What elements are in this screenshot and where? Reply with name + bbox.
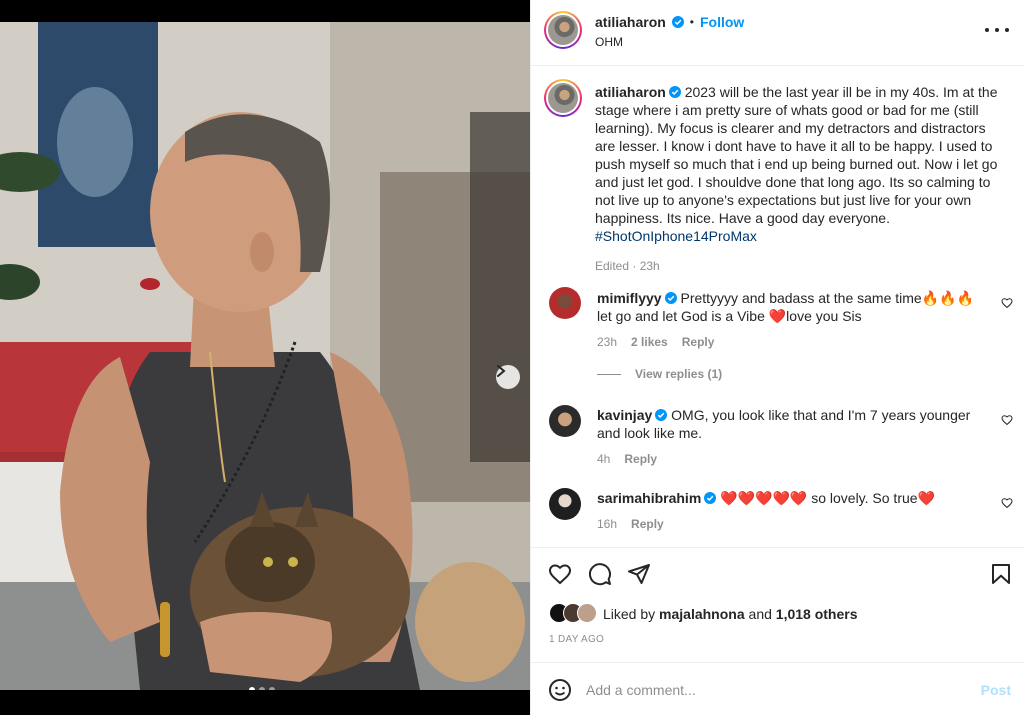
comment-item: mimiflyyy Prettyyyy and badass at the sa… [597, 289, 987, 381]
post-location[interactable]: OHM [595, 35, 623, 49]
verified-badge-icon [704, 492, 717, 504]
post-comment-button[interactable]: Post [981, 682, 1011, 698]
caption-meta: Edited · 23h [595, 259, 660, 273]
comments-section[interactable]: atiliaharon 2023 will be the last year i… [531, 67, 1024, 547]
likes-and: and [748, 606, 772, 622]
heart-icon[interactable] [548, 562, 572, 586]
caption-username[interactable]: atiliaharon [595, 84, 666, 100]
liked-by-avatars [549, 603, 599, 625]
likes-user[interactable]: majalahnona [659, 606, 745, 622]
more-icon-dot [995, 28, 999, 32]
carousel-next-button[interactable] [496, 365, 520, 389]
post-actions: Liked by majalahnona and 1,018 others 1 … [531, 547, 1024, 657]
author-username[interactable]: atiliaharon [595, 14, 666, 30]
comment-like-icon[interactable] [1001, 497, 1013, 509]
more-options-button[interactable] [985, 22, 1009, 38]
comment-reply-button[interactable]: Reply [682, 335, 715, 349]
carousel-dot [249, 687, 255, 690]
separator-dot: • [689, 15, 694, 29]
photo-illustration [0, 22, 530, 690]
comment-likes[interactable]: 2 likes [631, 335, 668, 349]
comment-time: 4h [597, 452, 611, 466]
more-icon-dot [1005, 28, 1009, 32]
author-avatar[interactable] [544, 11, 582, 49]
comment-input[interactable] [586, 680, 946, 700]
caption-avatar[interactable] [544, 79, 582, 117]
caption-text: 2023 will be the last year ill be in my … [595, 84, 998, 226]
comment-item: sarimahibrahim ❤️❤️❤️❤️❤️ so lovely. So … [597, 489, 987, 531]
comment-time: 16h [597, 517, 618, 531]
post-header: atiliaharon • Follow OHM [531, 0, 1024, 66]
comment-composer: Post [531, 662, 1024, 715]
comment-reply-button[interactable]: Reply [631, 517, 664, 531]
carousel-dot [269, 687, 275, 690]
emoji-icon[interactable] [548, 678, 572, 702]
comment-text: OMG, you look like that and I'm 7 years … [597, 407, 971, 441]
follow-button[interactable]: Follow [700, 14, 744, 30]
view-replies-button[interactable]: View replies (1) [635, 367, 722, 381]
post-date[interactable]: 1 DAY AGO [549, 634, 604, 645]
carousel-indicator [249, 687, 275, 690]
likes-summary: Liked by majalahnona and 1,018 others [549, 603, 858, 625]
comment-avatar[interactable] [549, 405, 581, 437]
more-icon [985, 28, 989, 32]
post-media [0, 0, 530, 715]
comment-username[interactable]: mimiflyyy [597, 290, 662, 306]
comment-username[interactable]: sarimahibrahim [597, 490, 701, 506]
comment-item: kavinjay OMG, you look like that and I'm… [597, 406, 987, 466]
verified-badge-icon [655, 409, 668, 421]
divider [597, 373, 621, 375]
caption: atiliaharon 2023 will be the last year i… [595, 83, 1005, 273]
comment-like-icon[interactable] [1001, 297, 1013, 309]
likes-others[interactable]: 1,018 others [776, 606, 858, 622]
bookmark-icon[interactable] [989, 562, 1013, 586]
carousel-dot [259, 687, 265, 690]
post-photo[interactable] [0, 22, 530, 690]
chevron-right-icon [497, 365, 506, 377]
post-panel: atiliaharon • Follow OHM atiliaharon 202… [530, 0, 1024, 715]
comment-username[interactable]: kavinjay [597, 407, 652, 423]
comment-like-icon[interactable] [1001, 414, 1013, 426]
comment-reply-button[interactable]: Reply [624, 452, 657, 466]
comment-text: ❤️❤️❤️❤️❤️ so lovely. So true❤️ [720, 490, 935, 506]
comment-avatar[interactable] [549, 488, 581, 520]
caption-hashtag[interactable]: #ShotOnIphone14ProMax [595, 228, 757, 244]
comment-avatar[interactable] [549, 287, 581, 319]
verified-badge-icon [668, 86, 681, 98]
comment-icon[interactable] [588, 562, 612, 586]
share-icon[interactable] [627, 562, 651, 586]
likes-prefix: Liked by [603, 606, 656, 622]
comment-time: 23h [597, 335, 618, 349]
verified-badge-icon [671, 16, 684, 28]
verified-badge-icon [664, 292, 677, 304]
